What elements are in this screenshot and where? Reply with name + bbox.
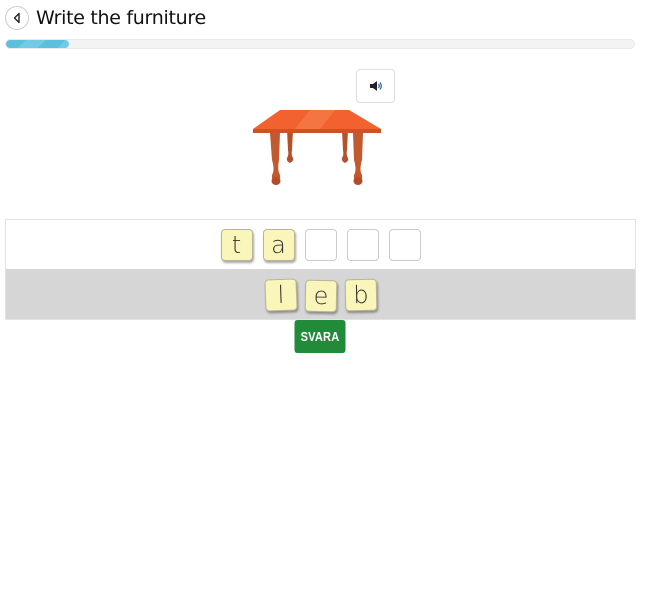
speaker-volume-icon [369, 81, 382, 91]
answer-area: ta [5, 219, 636, 270]
letter-tile[interactable]: e [304, 279, 337, 313]
submit-button[interactable]: SVARA [294, 320, 346, 353]
letter-tray: leb [5, 269, 636, 320]
letter-tile[interactable]: l [263, 278, 298, 312]
header: Write the furniture [5, 5, 206, 31]
furniture-image-table [250, 105, 385, 190]
play-sound-button[interactable] [356, 69, 395, 103]
empty-answer-slot[interactable] [304, 228, 337, 261]
table-illustration [253, 110, 381, 185]
letter-tile[interactable]: b [344, 278, 377, 312]
progress-bar [5, 39, 635, 49]
empty-answer-slot[interactable] [346, 228, 379, 261]
answer-letter-tile[interactable]: a [262, 228, 295, 261]
answer-letter-tile[interactable]: t [220, 228, 253, 261]
empty-answer-slot[interactable] [388, 228, 421, 261]
page-title: Write the furniture [36, 7, 206, 29]
back-button[interactable] [5, 6, 29, 30]
chevron-left-icon [13, 12, 20, 24]
progress-fill [6, 40, 69, 48]
